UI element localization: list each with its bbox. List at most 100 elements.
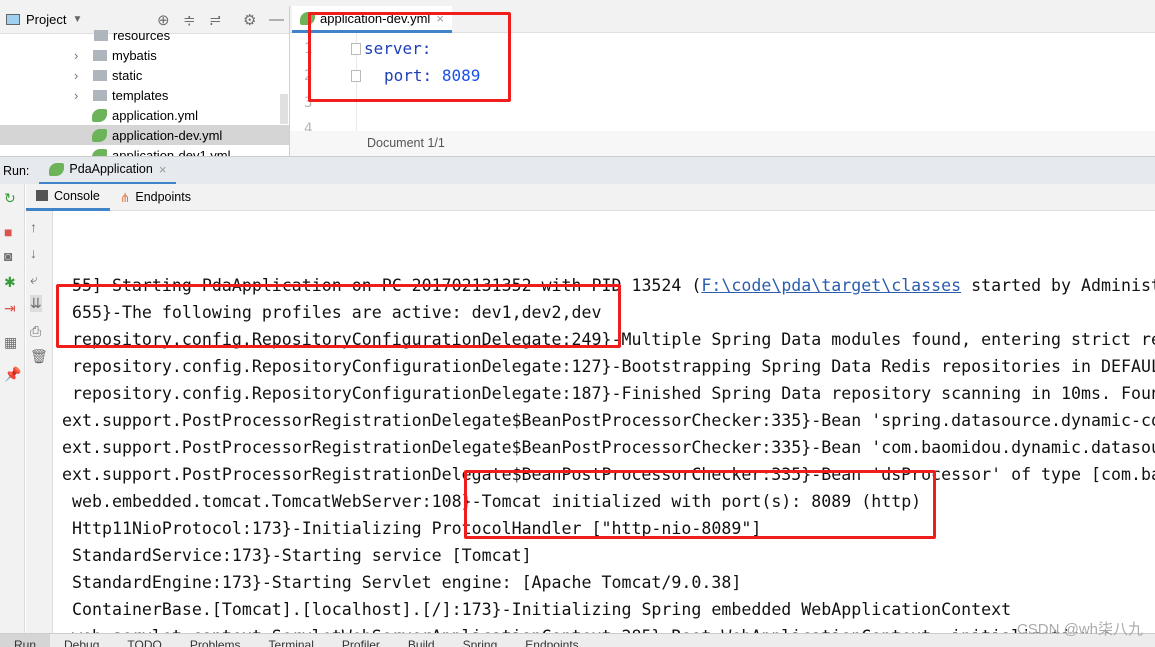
folder-icon bbox=[93, 49, 107, 61]
folder-icon bbox=[93, 89, 107, 101]
watermark: CSDN @wh柒八九 bbox=[1016, 621, 1143, 638]
tree-item-mybatis[interactable]: › mybatis bbox=[0, 45, 289, 65]
spring-yml-icon bbox=[300, 11, 315, 25]
fold-icon[interactable] bbox=[351, 43, 361, 55]
tree-item-resources[interactable]: resources bbox=[0, 25, 289, 45]
console-line: repository.config.RepositoryConfiguratio… bbox=[72, 330, 1155, 349]
console-line: 655}-The following profiles are active: … bbox=[72, 303, 602, 322]
bottom-tab-spring[interactable]: Spring bbox=[449, 634, 512, 647]
line-number: 3 bbox=[304, 95, 313, 111]
scroll-to-end-icon[interactable]: ⇊ bbox=[30, 295, 42, 312]
tree-label: application-dev.yml bbox=[112, 127, 223, 143]
chevron-down-icon[interactable]: ▼ bbox=[72, 14, 82, 25]
console-line: StandardService:173}-Starting service [T… bbox=[72, 546, 532, 565]
chevron-right-icon[interactable]: › bbox=[74, 68, 93, 83]
chevron-right-icon[interactable]: › bbox=[74, 88, 93, 103]
bottom-toolwindow-bar: Run Debug TODO Problems Terminal Profile… bbox=[0, 633, 1155, 647]
project-view-icon bbox=[6, 14, 20, 25]
code-line-2[interactable]: port: 8089 bbox=[384, 66, 480, 85]
console-text: started by Administ bbox=[961, 276, 1155, 295]
console-line: ext.support.PostProcessorRegistrationDel… bbox=[62, 465, 1155, 484]
debug-bug-icon[interactable]: ✱ bbox=[4, 274, 16, 291]
console-line: web.servlet.context.ServletWebServerAppl… bbox=[72, 623, 1111, 633]
bottom-tab-todo[interactable]: TODO bbox=[113, 634, 175, 647]
yaml-key: port: bbox=[384, 66, 433, 85]
spring-yml-icon bbox=[92, 108, 107, 122]
close-icon[interactable]: × bbox=[159, 162, 167, 177]
tab-label: Console bbox=[54, 188, 100, 203]
editor-tab-bar: application-dev.yml × bbox=[290, 6, 1155, 33]
tree-label: resources bbox=[113, 27, 171, 43]
tree-item-static[interactable]: › static bbox=[0, 65, 289, 85]
run-actions-strip: ↻ ■ ◙ ✱ ⇥ ▦ 📌 bbox=[0, 184, 25, 633]
close-icon[interactable]: × bbox=[436, 11, 444, 26]
console-line: repository.config.RepositoryConfiguratio… bbox=[72, 357, 1155, 376]
tree-item-templates[interactable]: › templates bbox=[0, 85, 289, 105]
document-status: Document 1/1 bbox=[290, 131, 1155, 156]
folder-icon bbox=[93, 69, 107, 81]
console-output[interactable]: 55]-Starting PdaApplication on PC-201702… bbox=[54, 211, 1155, 633]
bottom-tab-run[interactable]: Run bbox=[0, 634, 51, 647]
console-line: StandardEngine:173}-Starting Servlet eng… bbox=[72, 573, 742, 592]
tab-application-dev-yml[interactable]: application-dev.yml × bbox=[292, 6, 452, 33]
rerun-icon[interactable]: ↻ bbox=[4, 190, 16, 207]
console-text: 55]-Starting PdaApplication on PC-201702… bbox=[72, 276, 702, 295]
run-toolwindow-header: Run: PdaApplication × bbox=[0, 156, 1155, 185]
pin-icon[interactable]: 📌 bbox=[4, 366, 21, 383]
tab-console[interactable]: Console bbox=[26, 184, 110, 211]
arrow-down-icon[interactable]: ↓ bbox=[30, 245, 37, 261]
camera-icon[interactable]: ◙ bbox=[4, 248, 12, 264]
bottom-tab-debug[interactable]: Debug bbox=[50, 634, 113, 647]
layout-icon[interactable]: ▦ bbox=[4, 334, 17, 351]
tab-label: Endpoints bbox=[135, 190, 191, 204]
soft-wrap-icon[interactable]: ⤶ bbox=[30, 271, 38, 288]
tree-item-application-dev1-yml[interactable]: application-dev1.yml bbox=[0, 145, 289, 156]
run-config-tab[interactable]: PdaApplication × bbox=[39, 157, 177, 185]
folder-icon bbox=[94, 29, 108, 41]
spring-yml-icon bbox=[92, 148, 107, 156]
arrow-up-icon[interactable]: ↑ bbox=[30, 219, 37, 235]
project-panel: Project ▼ ⊕ ≑ ≓ ⚙ — resources › mybatis ›… bbox=[0, 6, 290, 156]
bottom-tab-build[interactable]: Build bbox=[394, 634, 449, 647]
console-line: 55]-Starting PdaApplication on PC-201702… bbox=[72, 272, 1155, 299]
console-tab-bar: Console ⋔ Endpoints bbox=[26, 184, 1155, 211]
line-gutter: 1 2 3 4 bbox=[290, 33, 361, 137]
console-line: web.embedded.tomcat.TomcatWebServer:108}… bbox=[72, 492, 922, 511]
tab-label: application-dev.yml bbox=[320, 10, 431, 26]
fold-icon[interactable] bbox=[351, 70, 361, 82]
bottom-tab-endpoints[interactable]: Endpoints bbox=[511, 634, 592, 647]
trash-icon[interactable]: 🗑 bbox=[30, 348, 48, 365]
tree-label: static bbox=[112, 67, 143, 83]
exit-icon[interactable]: ⇥ bbox=[4, 300, 16, 317]
tree-label: templates bbox=[112, 87, 169, 103]
console-line: ext.support.PostProcessorRegistrationDel… bbox=[62, 438, 1155, 457]
bottom-tab-profiler[interactable]: Profiler bbox=[328, 634, 394, 647]
tree-item-application-yml[interactable]: application.yml bbox=[0, 105, 289, 125]
bottom-tab-problems[interactable]: Problems bbox=[176, 634, 255, 647]
run-label: Run: bbox=[3, 163, 30, 178]
run-config-label: PdaApplication bbox=[69, 162, 153, 176]
tree-item-application-dev-yml[interactable]: application-dev.yml bbox=[0, 125, 289, 145]
spring-yml-icon bbox=[92, 128, 107, 142]
bottom-tab-terminal[interactable]: Terminal bbox=[255, 634, 328, 647]
spring-app-icon bbox=[49, 162, 65, 176]
chevron-right-icon[interactable]: › bbox=[74, 48, 93, 63]
line-number: 1 bbox=[304, 41, 313, 57]
console-line: ext.support.PostProcessorRegistrationDel… bbox=[62, 411, 1155, 430]
classpath-link[interactable]: F:\code\pda\target\classes bbox=[701, 276, 961, 295]
console-icon bbox=[36, 190, 48, 201]
stop-icon[interactable]: ■ bbox=[4, 224, 12, 240]
tree-label: application-dev1.yml bbox=[112, 147, 231, 157]
yaml-value: 8089 bbox=[441, 66, 481, 85]
console-line: repository.config.RepositoryConfiguratio… bbox=[72, 384, 1155, 403]
tree-scrollbar[interactable] bbox=[280, 94, 288, 124]
print-icon[interactable]: ⎙ bbox=[30, 323, 41, 340]
code-line-1[interactable]: server: bbox=[364, 39, 431, 58]
console-line: ContainerBase.[Tomcat].[localhost].[/]:1… bbox=[72, 600, 1012, 619]
tree-label: application.yml bbox=[112, 107, 198, 123]
console-line: Http11NioProtocol:173}-Initializing Prot… bbox=[72, 519, 762, 538]
tree-label: mybatis bbox=[112, 47, 157, 63]
endpoints-icon: ⋔ bbox=[119, 190, 131, 205]
console-actions-strip: ↑ ↓ ⤶ ⇊ ⎙ 🗑 bbox=[26, 211, 53, 633]
tab-endpoints[interactable]: ⋔ Endpoints bbox=[110, 184, 201, 211]
